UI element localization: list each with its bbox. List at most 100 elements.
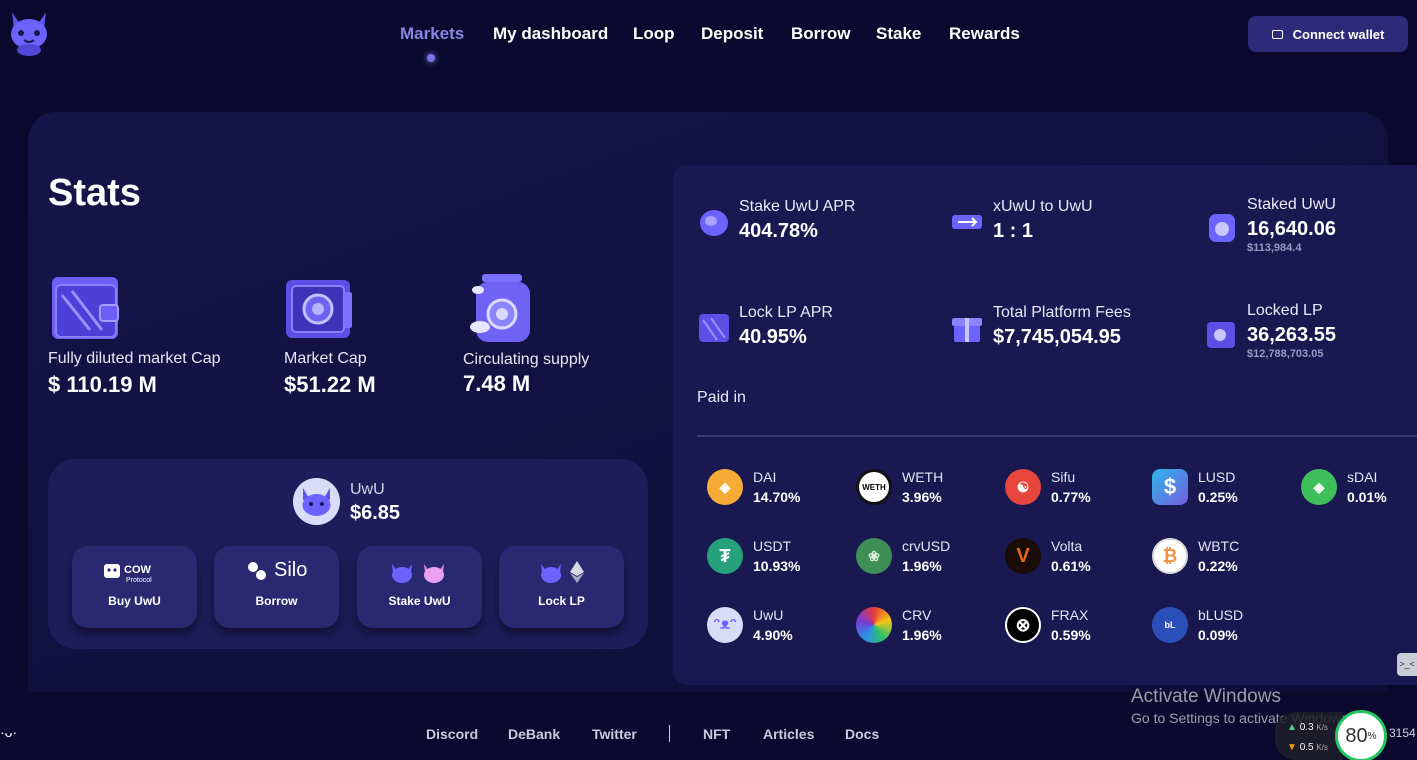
sifu-icon: ☯ bbox=[1005, 469, 1041, 505]
market-cap-label: Market Cap bbox=[284, 350, 367, 367]
token-name: FRAX bbox=[1051, 607, 1089, 623]
paid-token-blusd: bL bLUSD 0.09% bbox=[1152, 607, 1243, 643]
nav-rewards[interactable]: Rewards bbox=[949, 24, 1020, 44]
token-pct: 4.90% bbox=[753, 627, 793, 643]
locked-safe-icon bbox=[1207, 322, 1235, 348]
paid-token-uwu: ᵔᴥᵔ UwU 4.90% bbox=[707, 607, 793, 643]
metric-label: Staked UwU bbox=[1247, 196, 1336, 213]
connect-wallet-label: Connect wallet bbox=[1292, 26, 1385, 42]
active-nav-indicator bbox=[427, 54, 435, 62]
token-pct: 1.96% bbox=[902, 558, 942, 574]
token-name: WBTC bbox=[1198, 538, 1240, 554]
lusd-icon: $ bbox=[1152, 469, 1188, 505]
borrow-silo-button[interactable]: Silo Borrow bbox=[214, 546, 339, 628]
lock-lp-button[interactable]: Lock LP bbox=[499, 546, 624, 628]
footer-link-twitter[interactable]: Twitter bbox=[592, 726, 637, 742]
token-pct: 0.77% bbox=[1051, 489, 1091, 505]
circulating-supply-label: Circulating supply bbox=[463, 351, 590, 368]
footer-link-articles[interactable]: Articles bbox=[763, 726, 814, 742]
stake-uwu-apr-metric: Stake UwU APR 404.78% bbox=[739, 198, 855, 243]
sdai-icon: ◈ bbox=[1301, 469, 1337, 505]
token-pct: 10.93% bbox=[753, 558, 801, 574]
token-pct: 0.22% bbox=[1198, 558, 1238, 574]
net-up-unit: K/s bbox=[1316, 723, 1328, 732]
cpu-value: 80 bbox=[1345, 724, 1368, 747]
footer-link-docs[interactable]: Docs bbox=[845, 726, 879, 742]
lock-lp-label: Lock LP bbox=[538, 594, 585, 608]
token-pct: 0.59% bbox=[1051, 627, 1091, 643]
token-pct: 0.61% bbox=[1051, 558, 1091, 574]
footer-link-debank[interactable]: DeBank bbox=[508, 726, 560, 742]
silo-logo-icon bbox=[248, 562, 266, 580]
paid-token-lusd: $ LUSD 0.25% bbox=[1152, 469, 1238, 505]
net-up-value: 0.3 bbox=[1299, 722, 1314, 733]
uwu-token-price: $6.85 bbox=[350, 502, 401, 524]
lock-lp-apr-icon bbox=[699, 314, 729, 342]
token-name: UwU bbox=[753, 607, 784, 623]
token-pct: 0.09% bbox=[1198, 627, 1238, 643]
paid-token-wbtc: ₿ WBTC 0.22% bbox=[1152, 538, 1239, 574]
side-collapse-tab[interactable]: >_< bbox=[1397, 653, 1417, 676]
upload-arrow-icon: ▲ bbox=[1287, 722, 1297, 733]
uwu-logo[interactable] bbox=[8, 10, 50, 56]
cow-brand-text: COW bbox=[124, 564, 152, 576]
net-down-unit: K/s bbox=[1316, 743, 1328, 752]
circulating-supply-value: 7.48 M bbox=[463, 371, 531, 396]
metric-value: 1 : 1 bbox=[993, 220, 1034, 242]
paid-in-heading: Paid in bbox=[697, 389, 746, 406]
circulating-supply-stat: Circulating supply 7.48 M bbox=[463, 351, 589, 397]
metric-value: 404.78% bbox=[739, 220, 818, 242]
token-name: bLUSD bbox=[1198, 607, 1244, 623]
nav-loop[interactable]: Loop bbox=[633, 24, 675, 44]
weth-icon: WETH bbox=[856, 469, 892, 505]
footer-separator bbox=[669, 725, 670, 742]
wallet-illustration-icon bbox=[52, 277, 119, 339]
paid-token-weth: WETH WETH 3.96% bbox=[856, 469, 943, 505]
paid-token-usdt: ₮ USDT 10.93% bbox=[707, 538, 800, 574]
paid-token-sdai: ◈ sDAI 0.01% bbox=[1301, 469, 1387, 505]
token-pct: 1.96% bbox=[902, 627, 942, 643]
net-download-row: ▼ 0.5 K/s bbox=[1287, 742, 1328, 753]
metric-label: Stake UwU APR bbox=[739, 198, 856, 215]
staked-uwu-metric: Staked UwU 16,640.06 $113,984.4 bbox=[1247, 196, 1336, 254]
stake-apr-icon bbox=[700, 210, 728, 236]
buy-uwu-button[interactable]: COW Protocol Buy UwU bbox=[72, 546, 197, 628]
footer-kaomoji: ·ᴗ· bbox=[0, 724, 18, 740]
stake-uwu-button[interactable]: Stake UwU bbox=[357, 546, 482, 628]
wallet-icon bbox=[1271, 29, 1283, 39]
crvusd-icon: ❀ bbox=[856, 538, 892, 574]
crv-icon bbox=[856, 607, 892, 643]
token-name: CRV bbox=[902, 607, 932, 623]
token-name: LUSD bbox=[1198, 469, 1236, 485]
cpu-gauge: 80% bbox=[1335, 710, 1387, 760]
uwu-token-name: UwU bbox=[350, 481, 385, 498]
token-pct: 3.96% bbox=[902, 489, 942, 505]
volta-icon: V bbox=[1005, 538, 1041, 574]
token-name: DAI bbox=[753, 469, 777, 485]
usdt-icon: ₮ bbox=[707, 538, 743, 574]
token-name: sDAI bbox=[1347, 469, 1378, 485]
nav-borrow[interactable]: Borrow bbox=[791, 24, 851, 44]
net-upload-row: ▲ 0.3 K/s bbox=[1287, 722, 1328, 733]
paid-token-dai: ◈ DAI 14.70% bbox=[707, 469, 800, 505]
fees-box-icon bbox=[952, 318, 982, 342]
nav-stake[interactable]: Stake bbox=[876, 24, 921, 44]
xuwu-to-uwu-metric: xUwU to UwU 1 : 1 bbox=[993, 198, 1093, 243]
total-platform-fees-metric: Total Platform Fees $7,745,054.95 bbox=[993, 304, 1131, 349]
token-pct: 14.70% bbox=[753, 489, 801, 505]
footer-link-nft[interactable]: NFT bbox=[703, 726, 730, 742]
paid-in-divider bbox=[697, 435, 1417, 437]
blusd-icon: bL bbox=[1152, 607, 1188, 643]
frax-icon: ⊗ bbox=[1005, 607, 1041, 643]
paid-token-crv: CRV 1.96% bbox=[856, 607, 942, 643]
connect-wallet-button[interactable]: Connect wallet bbox=[1248, 16, 1408, 52]
nav-deposit[interactable]: Deposit bbox=[701, 24, 763, 44]
footer-link-discord[interactable]: Discord bbox=[426, 726, 478, 742]
token-pct: 0.25% bbox=[1198, 489, 1238, 505]
cpu-unit: % bbox=[1367, 730, 1377, 742]
fdv-value: $ 110.19 M bbox=[48, 372, 157, 397]
paid-token-volta: V Volta 0.61% bbox=[1005, 538, 1091, 574]
token-name: USDT bbox=[753, 538, 792, 554]
nav-markets[interactable]: Markets bbox=[400, 24, 464, 44]
nav-my-dashboard[interactable]: My dashboard bbox=[493, 24, 608, 44]
